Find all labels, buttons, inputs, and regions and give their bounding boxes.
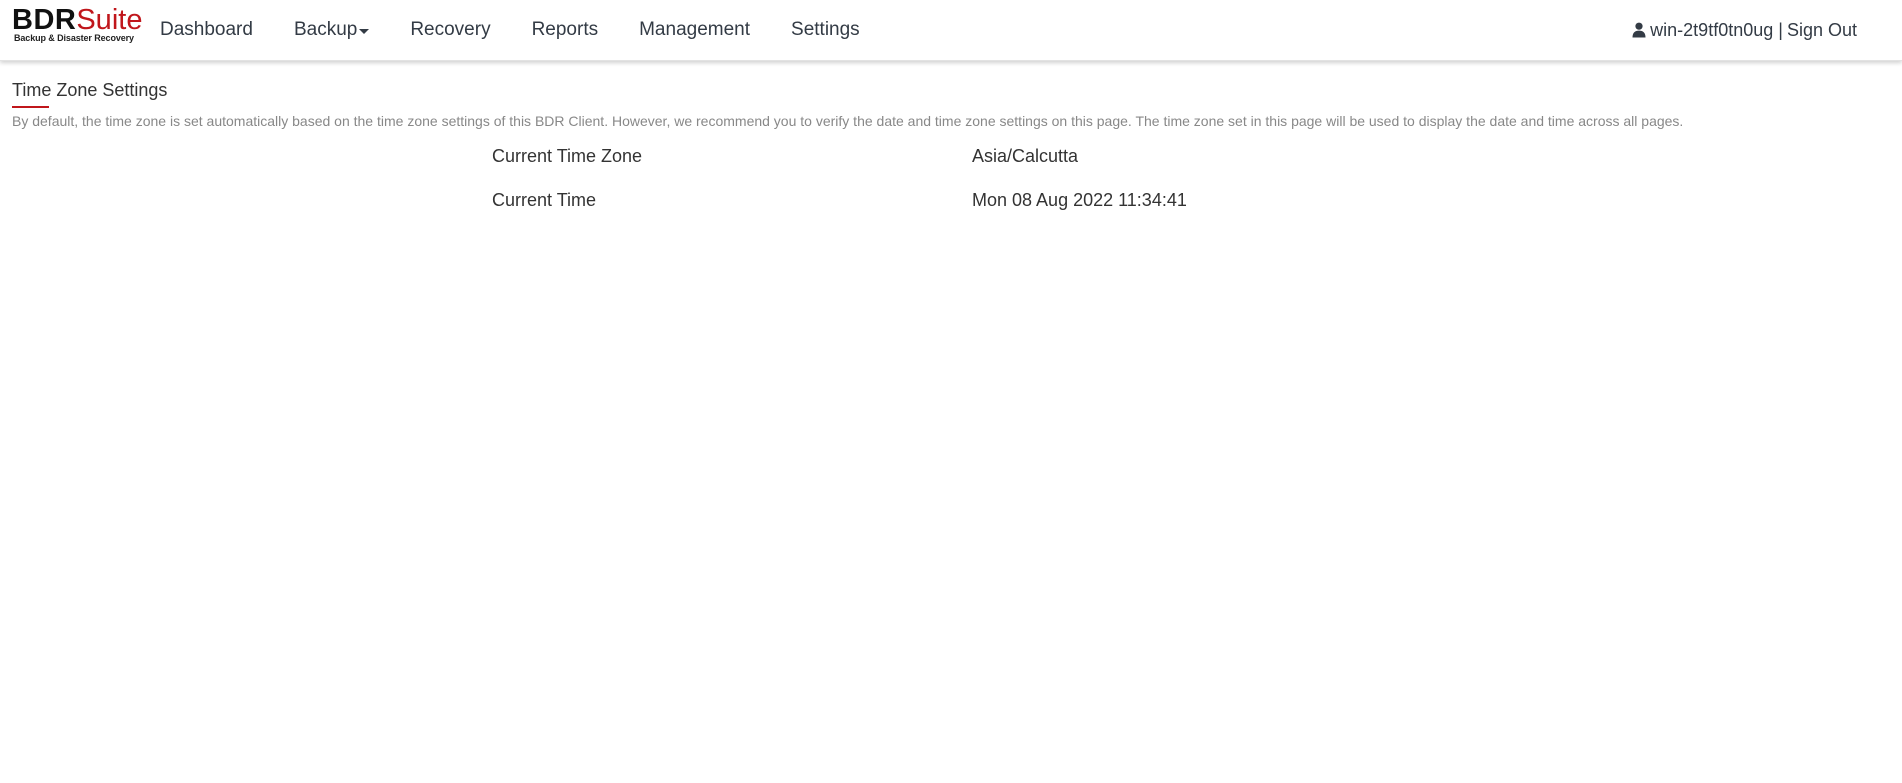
nav-item-label: Reports — [531, 19, 599, 40]
top-navbar: BDRSuite Backup & Disaster Recovery Dash… — [0, 0, 1902, 61]
nav-item-label: Dashboard — [160, 19, 253, 40]
logo-brand-secondary: Suite — [76, 4, 143, 36]
nav-item-label: Recovery — [410, 19, 491, 40]
nav-item-dashboard[interactable]: Dashboard — [160, 19, 253, 41]
username[interactable]: win-2t9tf0tn0ug — [1650, 20, 1773, 41]
nav-item-label: Settings — [791, 19, 860, 40]
page-description: By default, the time zone is set automat… — [12, 113, 1684, 129]
current-time-zone-value: Asia/Calcutta — [972, 146, 1079, 166]
sign-out-link[interactable]: Sign Out — [1787, 20, 1857, 41]
bdrsuite-logo[interactable]: BDRSuite Backup & Disaster Recovery — [12, 5, 142, 45]
user-icon — [1632, 22, 1646, 38]
caret-down-icon — [359, 29, 370, 34]
nav-item-label: Management — [639, 19, 751, 40]
page-title: Time Zone Settings — [12, 80, 168, 100]
logo-wordmark: BDRSuite — [12, 5, 142, 35]
nav-item-label: Backup — [293, 19, 358, 40]
nav-item-settings[interactable]: Settings — [791, 19, 860, 41]
nav-item-management[interactable]: Management — [639, 19, 750, 41]
nav-item-recovery[interactable]: Recovery — [410, 19, 490, 41]
user-menu: win-2t9tf0tn0ug | Sign Out — [1632, 0, 1857, 60]
user-separator: | — [1778, 19, 1783, 40]
main-nav: Dashboard Backup Recovery Reports Manage… — [160, 0, 901, 60]
logo-tagline: Backup & Disaster Recovery — [14, 33, 134, 43]
current-time-value: Mon 08 Aug 2022 11:34:41 — [972, 190, 1187, 210]
current-time-label: Current Time — [492, 190, 597, 210]
title-underline — [12, 106, 49, 108]
logo-brand-primary: BDR — [12, 4, 77, 36]
nav-item-backup[interactable]: Backup — [293, 19, 370, 41]
current-time-zone-label: Current Time Zone — [492, 146, 643, 166]
nav-item-reports[interactable]: Reports — [532, 19, 599, 41]
